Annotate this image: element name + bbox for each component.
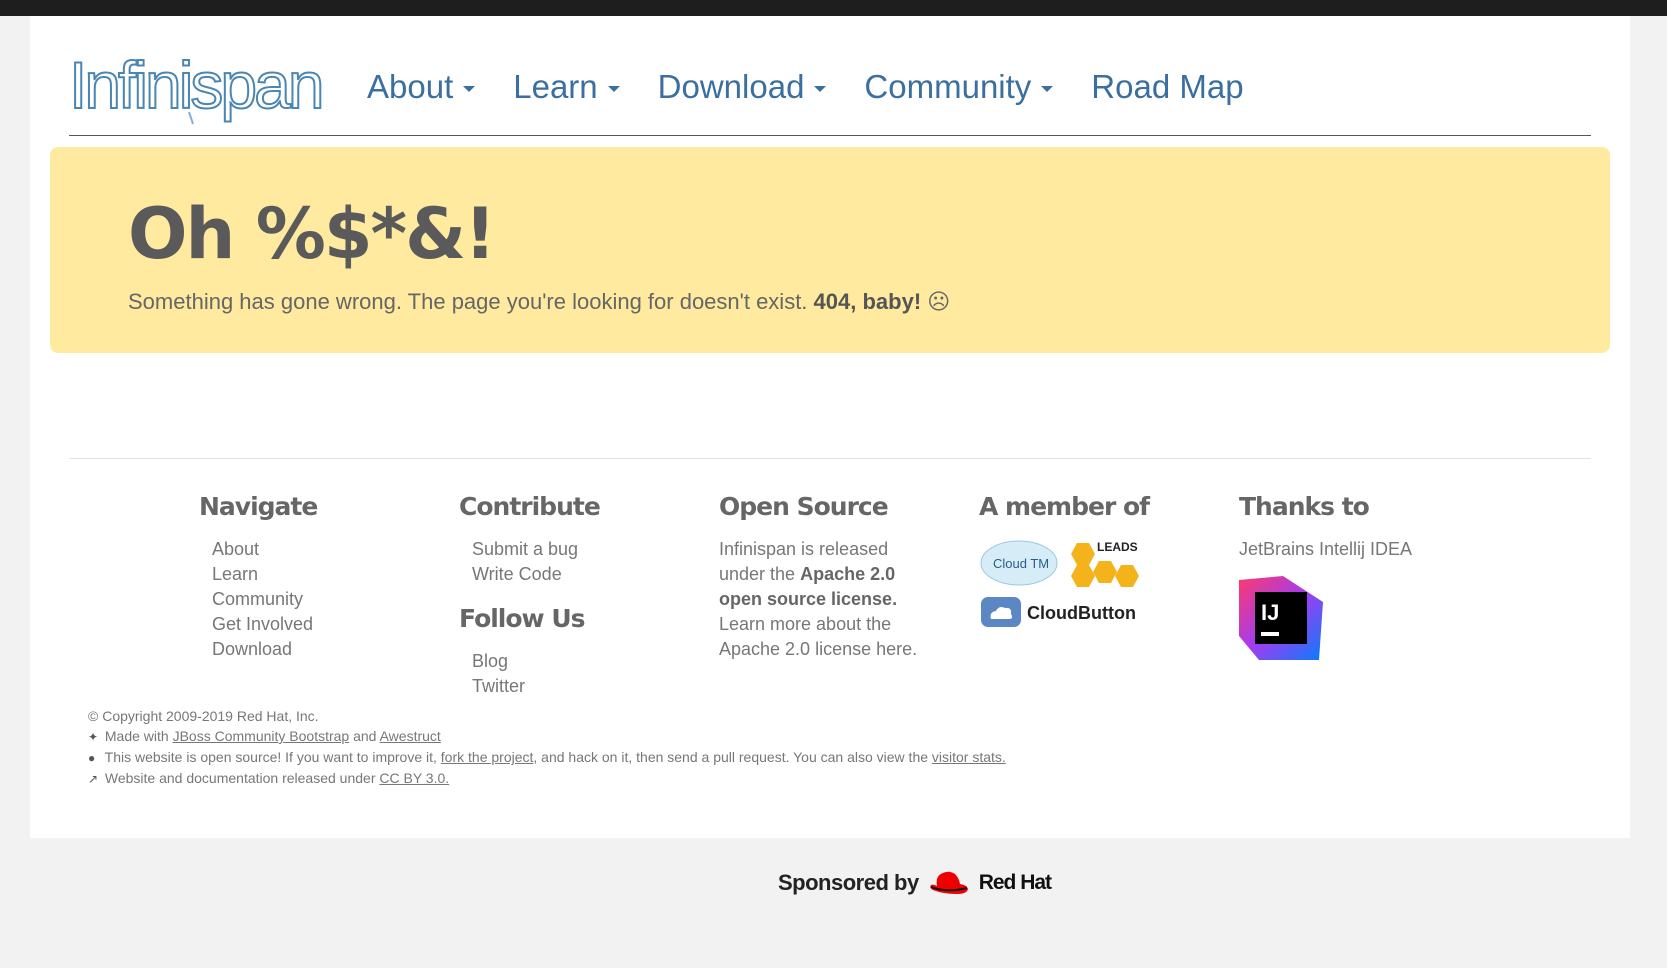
caret-down-icon — [607, 86, 620, 92]
share-icon: ↗ — [88, 772, 99, 786]
caret-down-icon — [463, 86, 476, 92]
footer-link-submit-bug[interactable]: Submit a bug — [472, 537, 600, 562]
redhat-brand[interactable]: Red Hat — [979, 871, 1052, 895]
open-source-post[interactable]: Learn more about the Apache 2.0 license … — [719, 614, 917, 659]
footer-link-download[interactable]: Download — [212, 637, 317, 662]
nav-roadmap[interactable]: Road Map — [1091, 68, 1243, 106]
sad-face-icon: ☹ — [927, 289, 951, 314]
cloudtm-leads-logo-icon[interactable]: Cloud TM LEADS — [979, 537, 1149, 589]
site-header: Infinispan About Learn Download Communit… — [68, 30, 1591, 136]
flame-icon: ✦ — [88, 730, 99, 744]
follow-heading: Follow Us — [459, 604, 586, 633]
main-nav: About Learn Download Community Road Map — [367, 68, 1282, 106]
intellij-logo-icon[interactable]: IJ — [1239, 576, 1323, 660]
cc-by-link[interactable]: CC BY 3.0. — [379, 770, 449, 786]
svg-text:Infinispan: Infinispan — [69, 50, 322, 122]
copyright: © Copyright 2009-2019 Red Hat, Inc. — [88, 708, 319, 724]
footer-open-source: Open Source Infinispan is released under… — [719, 492, 929, 662]
footer-link-blog[interactable]: Blog — [472, 649, 600, 674]
footer-link-community[interactable]: Community — [212, 587, 317, 612]
globe-icon: ● — [88, 751, 96, 765]
license-text: Website and documentation released under — [104, 770, 376, 786]
made-with-line: ✦ Made with JBoss Community Bootstrap an… — [88, 726, 1006, 747]
awestruct-link[interactable]: Awestruct — [380, 728, 441, 744]
footer-link-get-involved[interactable]: Get Involved — [212, 612, 317, 637]
infinispan-logo-icon: Infinispan — [68, 47, 326, 125]
error-message-text: Something has gone wrong. The page you'r… — [128, 289, 808, 314]
infinispan-logo[interactable]: Infinispan — [68, 47, 331, 128]
caret-down-icon — [814, 86, 827, 92]
footer-link-twitter[interactable]: Twitter — [472, 674, 600, 699]
error-message: Something has gone wrong. The page you'r… — [128, 289, 950, 315]
footer-link-write-code[interactable]: Write Code — [472, 562, 600, 587]
svg-text:CloudButton: CloudButton — [1027, 603, 1136, 623]
footer-divider — [69, 458, 1591, 459]
footer-link-about[interactable]: About — [212, 537, 317, 562]
nav-learn-label: Learn — [513, 68, 598, 105]
open-source-line-mid: , and hack on it, then send a pull reque… — [533, 749, 929, 765]
navigate-heading: Navigate — [199, 492, 318, 521]
top-bar — [0, 0, 1667, 16]
jboss-bootstrap-link[interactable]: JBoss Community Bootstrap — [173, 728, 350, 744]
redhat-hat-icon[interactable] — [929, 868, 969, 898]
thanks-heading: Thanks to — [1239, 492, 1370, 521]
footer-meta: © Copyright 2009-2019 Red Hat, Inc. ✦ Ma… — [88, 706, 1006, 789]
nav-download-label: Download — [657, 68, 805, 105]
license-line: ↗ Website and documentation released und… — [88, 768, 1006, 789]
nav-download[interactable]: Download — [658, 68, 827, 106]
cloudbutton-logo-icon[interactable]: CloudButton — [979, 595, 1149, 629]
svg-text:Cloud TM: Cloud TM — [993, 556, 1049, 571]
nav-learn[interactable]: Learn — [513, 68, 620, 106]
nav-roadmap-label: Road Map — [1091, 68, 1244, 105]
nav-about-label: About — [367, 68, 454, 105]
member-heading: A member of — [979, 492, 1150, 521]
footer-member: A member of Cloud TM LEADS CloudButton — [979, 492, 1150, 629]
sponsor-bar: Sponsored by Red Hat — [778, 868, 1052, 898]
footer-link-learn[interactable]: Learn — [212, 562, 317, 587]
footer-contribute: Contribute Submit a bug Write Code Follo… — [459, 492, 601, 699]
jetbrains-text: JetBrains Intellij IDEA — [1239, 539, 1413, 559]
open-source-line-text: This website is open source! If you want… — [104, 749, 437, 765]
page-container: Infinispan About Learn Download Communit… — [30, 16, 1630, 838]
made-with-text: Made with — [104, 728, 169, 744]
visitor-stats-link[interactable]: visitor stats. — [932, 749, 1006, 765]
nav-community-label: Community — [864, 68, 1032, 105]
nav-community[interactable]: Community — [864, 68, 1054, 106]
error-title: Oh %$*&! — [128, 193, 496, 275]
footer-navigate: Navigate About Learn Community Get Invol… — [199, 492, 318, 662]
footer-thanks: Thanks to JetBrains Intellij IDEA IJ — [1239, 492, 1412, 665]
contribute-heading: Contribute — [459, 492, 601, 521]
svg-text:IJ: IJ — [1261, 600, 1279, 625]
nav-about[interactable]: About — [367, 68, 476, 106]
sponsored-by-label: Sponsored by — [778, 870, 919, 895]
caret-down-icon — [1041, 86, 1054, 92]
error-code: 404, baby! — [813, 289, 922, 314]
open-source-heading: Open Source — [719, 492, 889, 521]
open-source-text: Infinispan is released under the Apache … — [719, 537, 929, 662]
member-badges: Cloud TM LEADS CloudButton — [979, 537, 1149, 629]
open-source-line: ● This website is open source! If you wa… — [88, 747, 1006, 768]
fork-project-link[interactable]: fork the project — [441, 749, 534, 765]
made-with-and: and — [353, 728, 377, 744]
svg-text:LEADS: LEADS — [1097, 540, 1138, 554]
error-alert: Oh %$*&! Something has gone wrong. The p… — [50, 147, 1610, 353]
